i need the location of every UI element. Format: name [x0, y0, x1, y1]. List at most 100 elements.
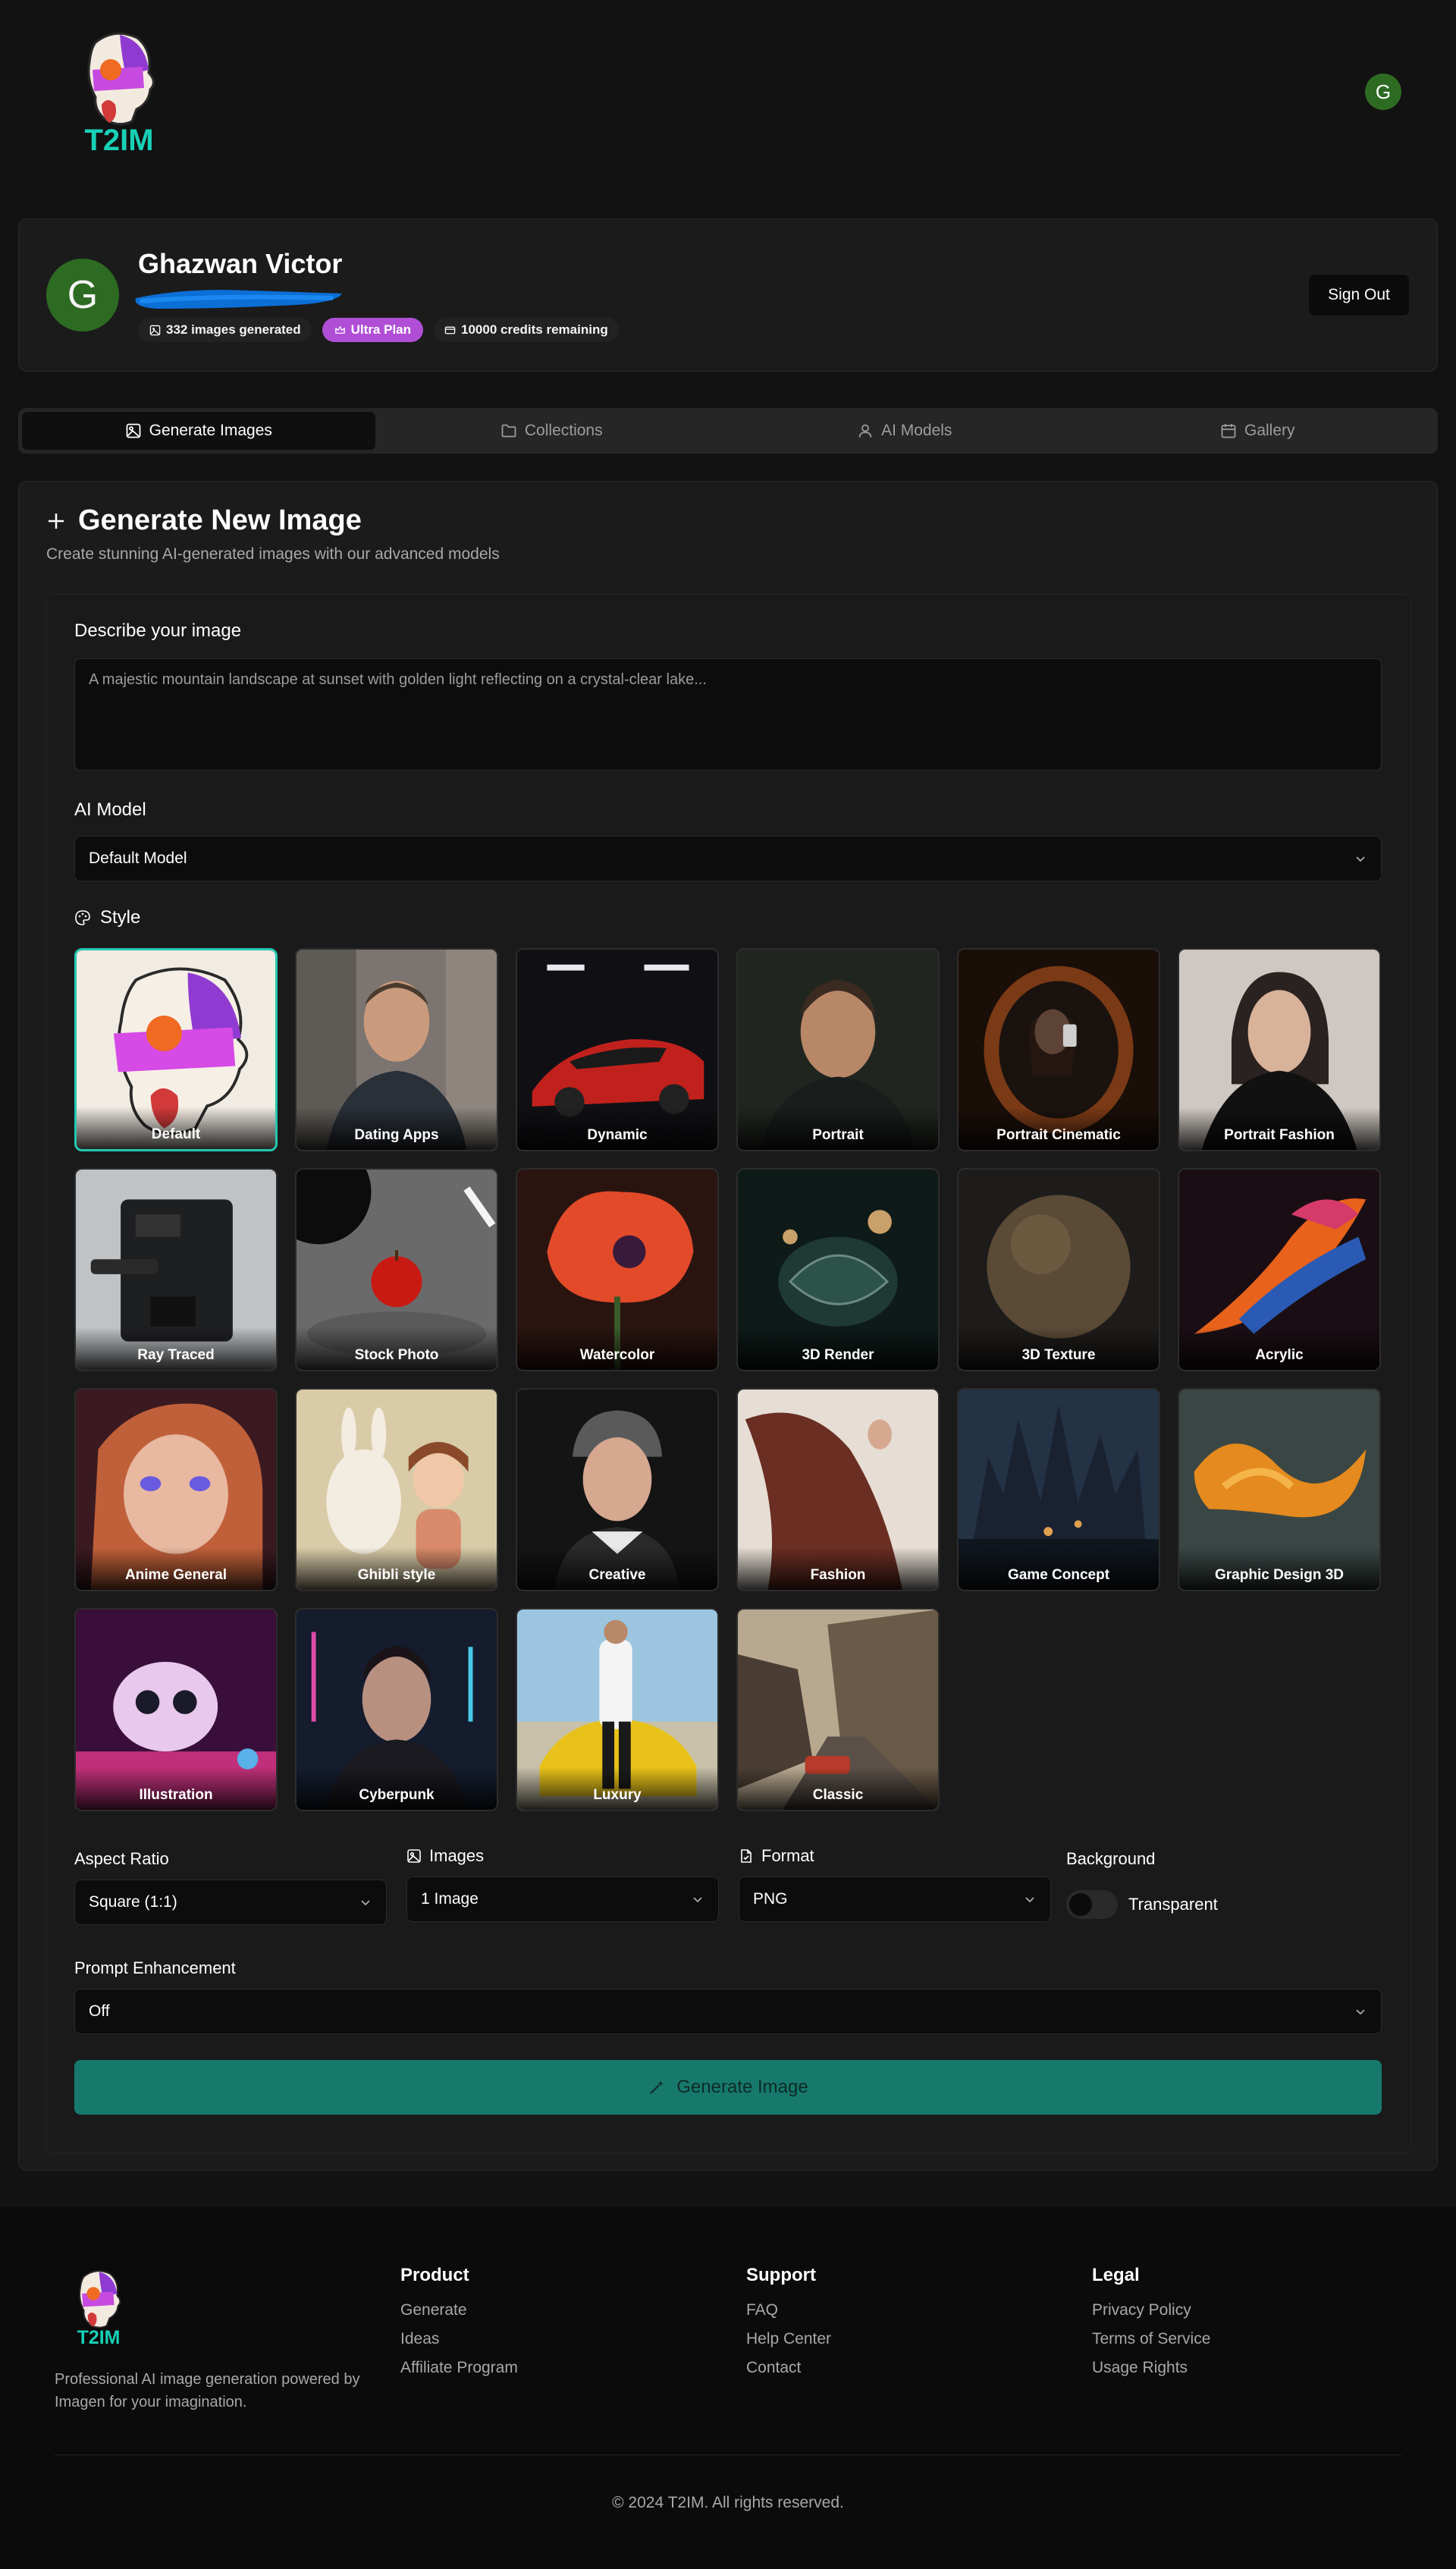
redaction-scribble: [135, 290, 343, 309]
footer-product-column: Product Generate Ideas Affiliate Program: [400, 2265, 518, 2388]
style-tile-watercolor[interactable]: Watercolor: [516, 1168, 719, 1371]
style-tile-graphic-design-3d[interactable]: Graphic Design 3D: [1178, 1388, 1381, 1591]
tab-ai-models[interactable]: AI Models: [728, 412, 1081, 450]
style-label: Cyberpunk: [359, 1787, 435, 1803]
t2im-footer-logo[interactable]: T2IM: [70, 2265, 127, 2350]
style-tile-portrait-fashion[interactable]: Portrait Fashion: [1178, 948, 1381, 1151]
style-label: Anime General: [124, 1567, 228, 1583]
style-tile-portrait-cinematic[interactable]: Portrait Cinematic: [957, 948, 1160, 1151]
footer-legal-column: Legal Privacy Policy Terms of Service Us…: [1092, 2265, 1210, 2388]
top-bar: T2IM G: [0, 0, 1456, 197]
tab-label: Generate Images: [149, 422, 272, 439]
credits-text: 10000 credits remaining: [461, 322, 608, 337]
style-tile-ghibli-style[interactable]: Ghibli style: [295, 1388, 498, 1591]
footer-link-faq[interactable]: FAQ: [746, 2301, 831, 2319]
style-tile-fashion[interactable]: Fashion: [736, 1388, 940, 1591]
tab-label: Gallery: [1244, 422, 1295, 439]
style-label: Ghibli style: [357, 1567, 436, 1583]
footer-link-usage-rights[interactable]: Usage Rights: [1092, 2359, 1210, 2377]
images-count-label-text: Images: [429, 1846, 485, 1865]
footer-product-title: Product: [400, 2265, 469, 2285]
footer-link-terms-of-service[interactable]: Terms of Service: [1092, 2330, 1210, 2348]
style-tile-stock-photo[interactable]: Stock Photo: [295, 1168, 498, 1371]
chevron-down-icon: [693, 1897, 702, 1903]
palette-icon: [75, 910, 90, 925]
style-tile-creative[interactable]: Creative: [516, 1388, 719, 1591]
calendar-icon: [1221, 424, 1236, 438]
plan-text: Ultra Plan: [350, 322, 412, 337]
style-label: Game Concept: [1007, 1567, 1110, 1583]
style-tile-3d-render[interactable]: 3D Render: [736, 1168, 940, 1371]
format-select[interactable]: PNG: [739, 1877, 1051, 1922]
images-count-value: 1 Image: [421, 1890, 479, 1908]
tab-gallery[interactable]: Gallery: [1081, 412, 1435, 450]
generate-title: Generate New Image: [46, 504, 362, 537]
file-icon: [741, 1849, 752, 1863]
image-icon: [149, 325, 161, 335]
images-generated-text: 332 images generated: [166, 322, 301, 337]
generate-subtitle: Create stunning AI-generated images with…: [46, 545, 500, 563]
style-tile-anime-general[interactable]: Anime General: [74, 1388, 278, 1591]
aspect-ratio-select[interactable]: Square (1:1): [74, 1880, 387, 1925]
background-label: Background: [1066, 1849, 1155, 1869]
model-select[interactable]: Default Model: [74, 836, 1382, 881]
footer-link-affiliate-program[interactable]: Affiliate Program: [400, 2359, 518, 2377]
style-label: 3D Render: [802, 1347, 874, 1363]
style-label: Fashion: [810, 1567, 866, 1583]
user-avatar[interactable]: G: [1365, 74, 1401, 110]
generate-title-text: Generate New Image: [78, 504, 362, 536]
footer-support-title: Support: [746, 2265, 816, 2285]
aspect-ratio-value: Square (1:1): [89, 1893, 177, 1911]
footer-link-help-center[interactable]: Help Center: [746, 2330, 831, 2348]
style-tile-game-concept[interactable]: Game Concept: [957, 1388, 1160, 1591]
style-label: Stock Photo: [354, 1347, 439, 1363]
aspect-ratio-label-text: Aspect Ratio: [74, 1849, 169, 1868]
style-label: 3D Texture: [1021, 1347, 1096, 1363]
style-tile-classic[interactable]: Classic: [736, 1608, 940, 1811]
style-label: Luxury: [593, 1787, 642, 1803]
style-label: Watercolor: [579, 1347, 655, 1363]
image-icon: [126, 423, 141, 438]
tab-collections[interactable]: Collections: [375, 412, 729, 450]
style-tile-dating-apps[interactable]: Dating Apps: [295, 948, 498, 1151]
prompt-enhancement-select[interactable]: Off: [74, 1989, 1382, 2034]
copyright: © 2024 T2IM. All rights reserved.: [612, 2494, 844, 2511]
style-label: Creative: [588, 1567, 646, 1583]
format-label: Format: [739, 1846, 814, 1866]
style-label: Acrylic: [1255, 1347, 1304, 1363]
generate-image-label: Generate Image: [676, 2077, 808, 2097]
profile-name: Ghazwan Victor: [138, 248, 343, 279]
style-tile-luxury[interactable]: Luxury: [516, 1608, 719, 1811]
footer-link-generate[interactable]: Generate: [400, 2301, 518, 2319]
generate-form: Describe your image A majestic mountain …: [46, 594, 1411, 2153]
chevron-down-icon: [361, 1900, 370, 1906]
images-count-select[interactable]: 1 Image: [406, 1877, 719, 1922]
model-value: Default Model: [89, 850, 187, 867]
style-tile-ray-traced[interactable]: Ray Traced: [74, 1168, 278, 1371]
style-label: Illustration: [139, 1787, 213, 1803]
style-label: Default: [151, 1126, 201, 1142]
svg-text:T2IM: T2IM: [84, 124, 153, 156]
magic-wand-icon: [650, 2081, 664, 2094]
style-label: Ray Traced: [137, 1347, 215, 1363]
style-tile-3d-texture[interactable]: 3D Texture: [957, 1168, 1160, 1371]
sign-out-button[interactable]: Sign Out: [1308, 274, 1410, 316]
folder-icon: [501, 424, 516, 438]
footer-link-privacy-policy[interactable]: Privacy Policy: [1092, 2301, 1210, 2319]
style-label: Dating Apps: [354, 1127, 439, 1143]
style-tile-cyberpunk[interactable]: Cyberpunk: [295, 1608, 498, 1811]
plus-icon: [49, 513, 64, 529]
transparent-toggle[interactable]: [1066, 1890, 1118, 1919]
style-tile-illustration[interactable]: Illustration: [74, 1608, 278, 1811]
style-tile-default[interactable]: Default: [74, 948, 278, 1151]
footer-link-contact[interactable]: Contact: [746, 2359, 831, 2377]
prompt-textarea[interactable]: A majestic mountain landscape at sunset …: [74, 658, 1382, 771]
main-tabs: Generate Images Collections AI Models Ga…: [18, 408, 1438, 454]
footer-link-ideas[interactable]: Ideas: [400, 2330, 518, 2348]
style-tile-portrait[interactable]: Portrait: [736, 948, 940, 1151]
style-tile-dynamic[interactable]: Dynamic: [516, 948, 719, 1151]
tab-generate-images[interactable]: Generate Images: [22, 412, 375, 450]
generate-image-button[interactable]: Generate Image: [74, 2060, 1382, 2115]
t2im-logo[interactable]: T2IM: [73, 27, 165, 156]
style-tile-acrylic[interactable]: Acrylic: [1178, 1168, 1381, 1371]
